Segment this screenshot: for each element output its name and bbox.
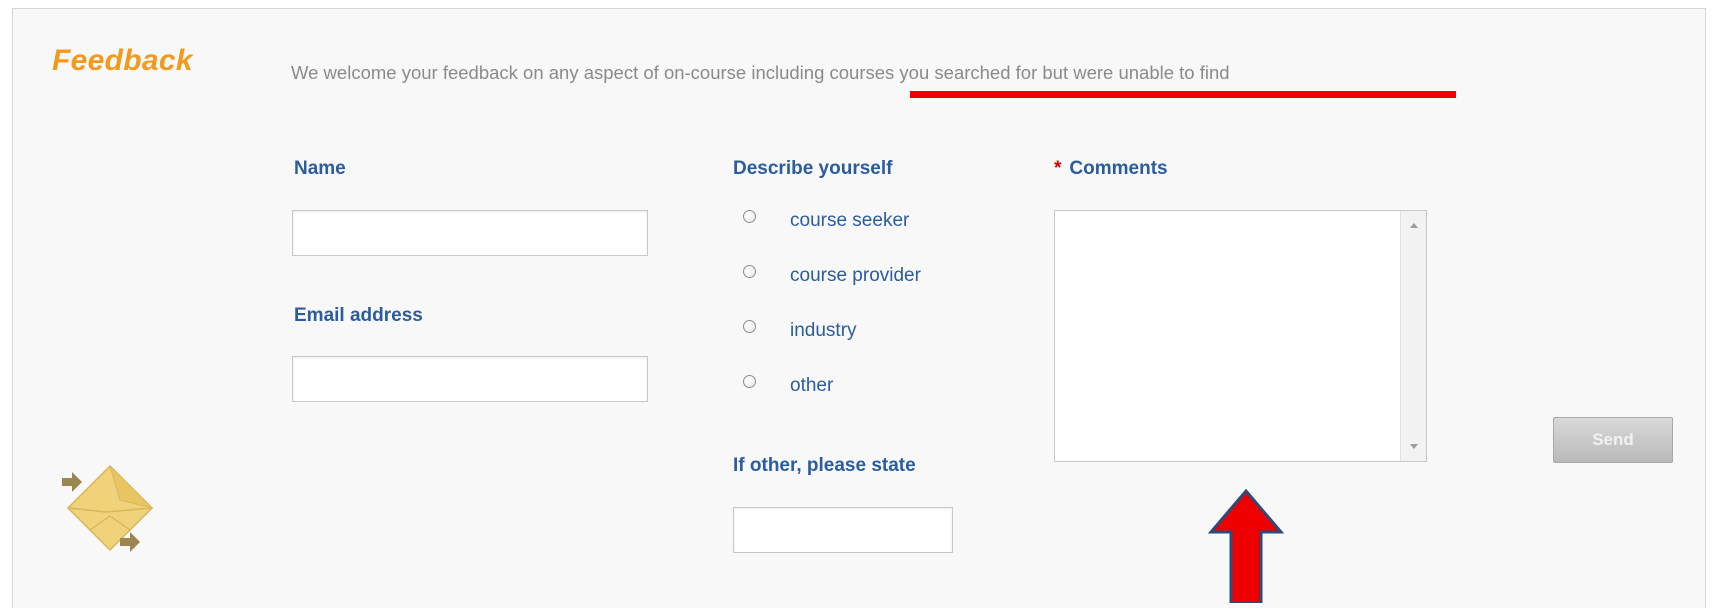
feedback-intro-text: We welcome your feedback on any aspect o… bbox=[291, 62, 1230, 83]
scroll-down-arrow-icon[interactable] bbox=[1409, 444, 1418, 449]
annotation-red-underline bbox=[910, 91, 1456, 98]
radio-option-other[interactable]: other bbox=[743, 371, 833, 401]
radio-button[interactable] bbox=[743, 319, 756, 333]
envelope-shape bbox=[66, 464, 154, 552]
name-label: Name bbox=[294, 158, 346, 179]
other-state-input[interactable] bbox=[733, 507, 953, 553]
envelope-arrows-icon bbox=[62, 464, 154, 552]
if-other-label: If other, please state bbox=[733, 455, 916, 476]
comments-textarea[interactable] bbox=[1054, 210, 1427, 462]
name-input[interactable] bbox=[292, 210, 648, 256]
radio-button[interactable] bbox=[743, 264, 756, 278]
comments-label-text: Comments bbox=[1069, 158, 1168, 179]
scroll-up-arrow-icon[interactable] bbox=[1409, 223, 1418, 228]
radio-label: course provider bbox=[790, 265, 921, 286]
describe-yourself-label: Describe yourself bbox=[733, 158, 893, 179]
radio-option-course-seeker[interactable]: course seeker bbox=[743, 206, 909, 236]
required-marker: * bbox=[1054, 158, 1062, 179]
radio-option-course-provider[interactable]: course provider bbox=[743, 261, 921, 291]
send-button[interactable]: Send bbox=[1553, 417, 1673, 463]
radio-button[interactable] bbox=[743, 374, 756, 388]
feedback-title: Feedback bbox=[52, 44, 193, 77]
email-input[interactable] bbox=[292, 356, 648, 402]
radio-option-industry[interactable]: industry bbox=[743, 316, 857, 346]
up-arrow-annotation-icon bbox=[1208, 488, 1284, 603]
radio-button[interactable] bbox=[743, 209, 756, 223]
comments-label: * Comments bbox=[1054, 158, 1168, 180]
radio-label: other bbox=[790, 375, 834, 396]
radio-label: industry bbox=[790, 320, 857, 341]
comments-scrollbar[interactable] bbox=[1400, 211, 1426, 461]
radio-label: course seeker bbox=[790, 210, 910, 231]
email-label: Email address bbox=[294, 305, 423, 326]
